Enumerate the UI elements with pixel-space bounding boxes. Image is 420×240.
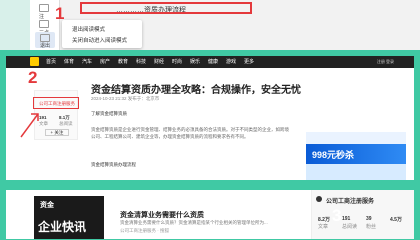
article-intro: 了解资金结算资质 bbox=[91, 111, 127, 116]
thumbnail-caption-1: 资金 bbox=[40, 202, 54, 209]
thumbnail-caption-2: 企业快讯 bbox=[38, 220, 87, 234]
sidebar-stat-value: 8.2万 bbox=[318, 217, 330, 223]
article-meta: 2024-10-23 21:32 发布于：北京市 bbox=[91, 96, 160, 101]
site-logo-icon[interactable] bbox=[30, 57, 39, 66]
menu-exit-reader-mode[interactable]: 退出阅读模式 bbox=[72, 25, 105, 33]
green-margin bbox=[0, 0, 30, 50]
more-icon bbox=[39, 20, 49, 28]
toolbar-item-a[interactable]: 注 bbox=[39, 4, 49, 20]
list-item-title[interactable]: 资金清算业务需要什么资质 bbox=[120, 210, 204, 220]
author-reads-label: 总阅读 bbox=[59, 121, 73, 126]
nav-item[interactable]: 时尚 bbox=[172, 58, 182, 65]
sidebar-stat-label: 粉丝 bbox=[366, 224, 377, 230]
step2-panel: 首页 体育 汽车 房产 教育 科技 财经 时尚 娱乐 健康 游戏 更多 注册 登… bbox=[6, 56, 414, 180]
top-nav-bar: 首页 体育 汽车 房产 教育 科技 财经 时尚 娱乐 健康 游戏 更多 注册 登… bbox=[6, 56, 414, 68]
sidebar-stat-label: 总阅读 bbox=[342, 224, 358, 230]
exit-reader-button[interactable]: 退出 bbox=[35, 32, 55, 49]
article-link[interactable]: 资金结算资质办理流程 bbox=[91, 162, 136, 168]
article-title: 资金结算资质办理全攻略：合规操作，安全无忧 bbox=[91, 85, 301, 96]
sidebar-stat-value: 39 bbox=[366, 216, 372, 222]
ad-banner-bottom[interactable] bbox=[306, 164, 406, 180]
sidebar-stat-label: 文章 bbox=[318, 224, 329, 230]
nav-item[interactable]: 教育 bbox=[118, 58, 128, 65]
follow-button[interactable]: + 关注 bbox=[45, 129, 69, 136]
sidebar-stat-value: 191 bbox=[342, 216, 351, 222]
menu-disable-auto-reader-mode[interactable]: 关闭自动进入阅读模式 bbox=[72, 36, 127, 44]
sidebar-author-name[interactable]: 公司工商注册服务 bbox=[326, 196, 374, 205]
article-thumbnail[interactable]: 资金 企业快讯 bbox=[34, 196, 104, 239]
comment-icon bbox=[39, 4, 49, 12]
nav-item[interactable]: 更多 bbox=[244, 58, 254, 65]
login-link[interactable]: 注册 登录 bbox=[377, 59, 394, 65]
exit-icon bbox=[40, 34, 50, 42]
step-number-3: 3 bbox=[332, 206, 342, 225]
nav-item[interactable]: 房产 bbox=[100, 58, 110, 65]
article-paragraph: 资金结算资质是企业进行资金管理、结算业务的必须具备的合法资质。对于不同类型的企业… bbox=[91, 127, 289, 139]
nav-item[interactable]: 娱乐 bbox=[190, 58, 200, 65]
step1-panel: 注 三点 退出 1 …………资质办理流程 退出阅读模式 关闭自动进入阅读模式 bbox=[0, 0, 420, 50]
sidebar-stat-value: 4.5万 bbox=[390, 217, 402, 223]
ad-banner-top[interactable] bbox=[306, 132, 406, 144]
step-number-2: 2 bbox=[28, 68, 38, 87]
reader-mode-menu: 退出阅读模式 关闭自动进入阅读模式 bbox=[62, 20, 142, 48]
author-sidebar: 公司工商注册服务 8.2万 文章 191 总阅读 39 粉丝 4.5万 bbox=[311, 190, 414, 239]
nav-item[interactable]: 科技 bbox=[136, 58, 146, 65]
nav-item[interactable]: 汽车 bbox=[82, 58, 92, 65]
step3-panel: 资金 企业快讯 资金清算业务需要什么资质 资金清算业务需要什么资质？资金清算是指… bbox=[6, 190, 414, 239]
nav-item[interactable]: 体育 bbox=[64, 58, 74, 65]
nav-item[interactable]: 游戏 bbox=[226, 58, 236, 65]
ad-banner[interactable]: 998元秒杀 bbox=[306, 144, 406, 164]
list-item-meta: 公司工商注册服务 · 搜狐 bbox=[120, 228, 169, 233]
article-title-highlight: …………资质办理流程 bbox=[80, 2, 252, 14]
avatar[interactable] bbox=[316, 196, 322, 202]
list-item-desc: 资金清算业务需要什么资质？资金清算是指某个行业相关的管理单位所为... bbox=[120, 220, 268, 225]
red-arrow-icon bbox=[20, 113, 39, 138]
author-name-highlight bbox=[33, 97, 79, 109]
nav-item[interactable]: 财经 bbox=[154, 58, 164, 65]
nav-item[interactable]: 首页 bbox=[46, 58, 56, 65]
nav-item[interactable]: 健康 bbox=[208, 58, 218, 65]
